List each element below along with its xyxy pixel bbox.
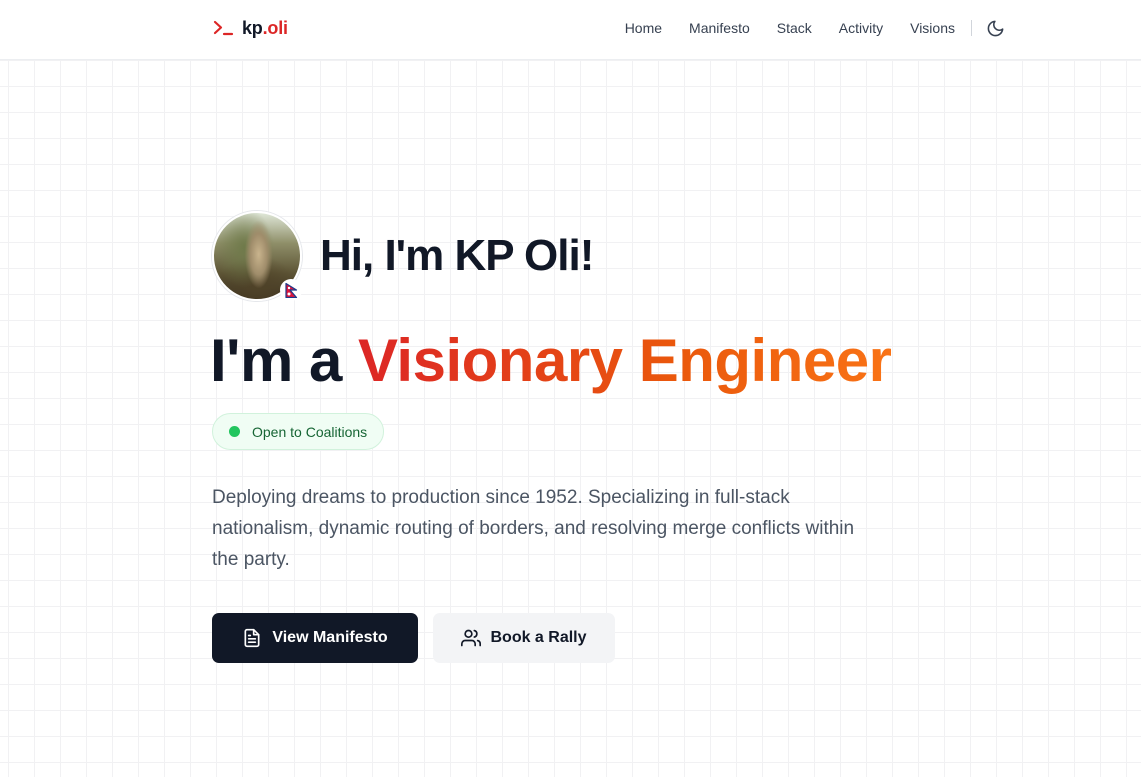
site-header: kp.oli Home Manifesto Stack Activity Vis…	[0, 0, 1141, 60]
status-badge: Open to Coalitions	[212, 413, 385, 450]
nav-activity[interactable]: Activity	[839, 20, 883, 36]
nav-manifesto[interactable]: Manifesto	[689, 20, 750, 36]
headline-prefix: I'm a	[210, 327, 358, 394]
book-rally-label: Book a Rally	[490, 629, 587, 646]
status-label: Open to Coalitions	[252, 423, 368, 440]
brand-prefix: kp	[242, 17, 263, 38]
headline-accent: Visionary Engineer	[358, 327, 892, 394]
avatar	[212, 211, 302, 301]
nav-divider	[971, 20, 972, 36]
brand-name: kp.oli	[242, 18, 288, 39]
hero-headline: I'm a Visionary Engineer	[210, 326, 892, 395]
theme-toggle-button[interactable]	[985, 18, 1005, 38]
terminal-icon	[213, 20, 234, 36]
moon-icon	[987, 20, 1003, 36]
view-manifesto-label: View Manifesto	[272, 629, 388, 646]
hero-bio: Deploying dreams to production since 195…	[212, 487, 855, 570]
main-nav: Home Manifesto Stack Activity Visions	[625, 18, 1005, 38]
status-indicator-dot	[229, 426, 240, 437]
nepal-flag-icon	[280, 279, 302, 301]
nav-stack[interactable]: Stack	[777, 20, 812, 36]
book-rally-button[interactable]: Book a Rally	[433, 613, 615, 663]
users-icon	[461, 629, 482, 647]
nav-visions[interactable]: Visions	[910, 20, 955, 36]
brand-suffix: .oli	[262, 17, 288, 38]
nav-home[interactable]: Home	[625, 20, 662, 36]
brand-logo[interactable]: kp.oli	[212, 16, 288, 40]
document-icon	[244, 628, 260, 648]
hero-intro: Hi, I'm KP Oli!	[212, 211, 594, 301]
greeting-heading: Hi, I'm KP Oli!	[320, 231, 594, 280]
view-manifesto-button[interactable]: View Manifesto	[212, 613, 418, 663]
